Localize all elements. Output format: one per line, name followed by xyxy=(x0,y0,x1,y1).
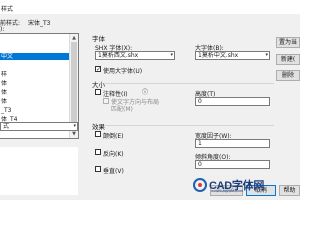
big-font-combo[interactable]: 1莫析中文.shx ▾ xyxy=(195,51,270,60)
font-section-title: 字体 xyxy=(92,35,105,43)
size-section-divider xyxy=(104,83,274,84)
list-item[interactable]: 样 xyxy=(0,71,71,78)
scroll-thumb[interactable] xyxy=(71,42,77,130)
upside-down-label: 颠倒(E) xyxy=(103,133,124,140)
info-icon: ⓘ xyxy=(142,89,149,96)
oblique-angle-value: 0 xyxy=(198,161,202,168)
dialog-title: 样式 xyxy=(1,6,14,13)
delete-style-button[interactable]: 删除 xyxy=(276,70,300,81)
current-style-value: 宋体_T3 xyxy=(28,20,51,27)
annotative-checkbox[interactable] xyxy=(95,89,101,95)
preview-area xyxy=(0,147,78,195)
list-item[interactable]: 体 xyxy=(0,98,71,105)
watermark-url: www.cadzitiw.com xyxy=(211,188,244,193)
set-current-button[interactable]: 置为当 xyxy=(276,37,300,48)
styles-label: ): xyxy=(0,26,5,33)
backwards-checkbox[interactable] xyxy=(95,149,101,155)
backwards-label: 反向(K) xyxy=(103,151,124,158)
text-style-dialog: 样式 前样式: 宋体_T3 ): 中文样体体体_T3体_T4体 T5 ▲ ▼ 式… xyxy=(0,0,300,200)
width-factor-value: 1 xyxy=(198,140,202,147)
style-filter-value: 式 xyxy=(3,123,10,130)
list-item[interactable] xyxy=(0,35,71,42)
match-layout-label-2: 匹配(M) xyxy=(111,106,133,113)
check-icon: ✓ xyxy=(96,66,102,73)
list-item[interactable] xyxy=(0,62,71,69)
list-item[interactable]: _T3 xyxy=(0,107,71,114)
effects-section-divider xyxy=(104,125,274,126)
list-item[interactable]: 体 xyxy=(0,89,71,96)
chevron-down-icon: ▾ xyxy=(265,52,268,58)
oblique-angle-input[interactable]: 0 xyxy=(195,160,270,169)
big-font-value: 1莫析中文.shx xyxy=(198,52,239,59)
use-big-font-checkbox[interactable]: ✓ xyxy=(95,66,102,73)
chevron-down-icon: ▾ xyxy=(170,52,173,58)
style-filter-combo[interactable]: 式 ▾ xyxy=(0,122,78,131)
vertical-label: 垂直(V) xyxy=(103,168,124,175)
height-input[interactable]: 0 xyxy=(195,97,270,106)
chevron-down-icon: ▾ xyxy=(73,123,76,129)
logo-icon xyxy=(193,178,207,192)
help-button[interactable]: 帮助 xyxy=(279,185,300,196)
height-value: 0 xyxy=(198,98,202,105)
shx-font-combo[interactable]: 1莫析西文.shx ▾ xyxy=(95,51,175,60)
title-bar: 样式 xyxy=(0,0,300,14)
vertical-checkbox[interactable] xyxy=(95,166,101,172)
upside-down-checkbox[interactable] xyxy=(95,131,101,137)
size-section-title: 大小 xyxy=(92,81,105,89)
list-item[interactable]: 中文 xyxy=(0,53,71,60)
list-item[interactable] xyxy=(0,44,71,51)
width-factor-input[interactable]: 1 xyxy=(195,139,270,148)
shx-font-value: 1莫析西文.shx xyxy=(98,52,139,59)
use-big-font-label: 使用大字体(U) xyxy=(103,68,143,75)
match-layout-checkbox[interactable] xyxy=(103,98,109,104)
scroll-up-arrow-icon[interactable]: ▲ xyxy=(71,35,77,41)
new-style-button[interactable]: 新建( xyxy=(276,54,300,65)
scroll-down-arrow-icon[interactable]: ▼ xyxy=(71,131,77,137)
list-item[interactable]: 体 xyxy=(0,80,71,87)
effects-section-title: 效果 xyxy=(92,123,105,131)
